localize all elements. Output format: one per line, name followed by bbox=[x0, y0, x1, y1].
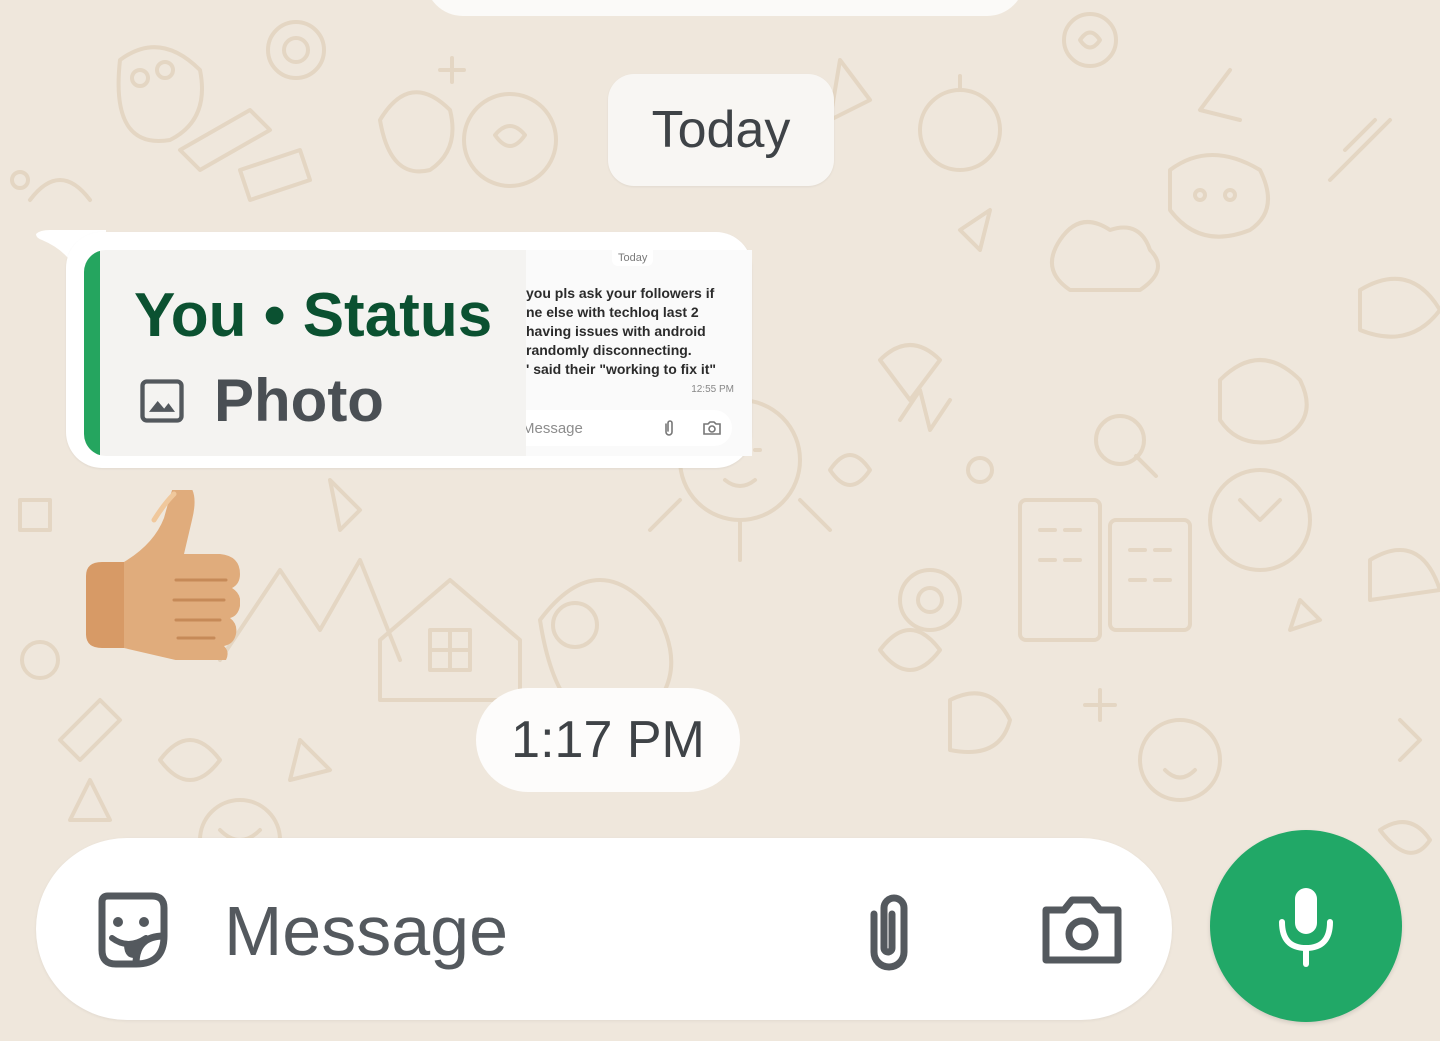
thumbnail-line: you pls ask your followers if bbox=[526, 285, 715, 301]
thumbnail-time: 12:55 PM bbox=[691, 384, 734, 395]
message-composer bbox=[36, 838, 1172, 1020]
thumbnail-camera-icon bbox=[703, 421, 721, 435]
sticker-icon[interactable] bbox=[88, 888, 172, 972]
quote-author: You bbox=[134, 281, 247, 350]
voice-message-button[interactable] bbox=[1210, 830, 1402, 1022]
date-separator: Today bbox=[608, 74, 834, 186]
thumbs-up-emoji bbox=[86, 490, 240, 660]
thumbnail-message: you pls ask your followers if ne else wi… bbox=[526, 284, 752, 379]
quote-title: You • Status bbox=[134, 280, 492, 351]
thumbnail-date: Today bbox=[612, 250, 654, 266]
quote-accent-bar bbox=[84, 250, 100, 456]
status-thumbnail[interactable]: Today you pls ask your followers if ne e… bbox=[526, 250, 752, 456]
image-icon bbox=[140, 378, 184, 423]
thumbnail-input: Message bbox=[526, 410, 732, 446]
thumbnail-paperclip-icon bbox=[665, 420, 673, 436]
previous-message-bubble bbox=[425, 0, 1025, 16]
quote-type: Photo bbox=[136, 366, 384, 435]
thumbnail-line: ne else with techloq last 2 bbox=[526, 304, 699, 320]
message-input[interactable] bbox=[224, 886, 784, 976]
paperclip-icon[interactable] bbox=[856, 890, 922, 976]
quote-source: Status bbox=[302, 281, 493, 350]
quote-separator: • bbox=[263, 281, 286, 350]
thumbnail-line: ' said their "working to fix it" bbox=[526, 361, 717, 377]
microphone-icon bbox=[1279, 888, 1333, 967]
camera-icon[interactable] bbox=[1040, 892, 1124, 966]
thumbnail-line: randomly disconnecting. bbox=[526, 342, 692, 358]
thumbnail-line: having issues with android bbox=[526, 323, 706, 339]
quote-type-label: Photo bbox=[214, 367, 384, 434]
time-separator: 1:17 PM bbox=[476, 688, 740, 792]
thumbnail-placeholder: Message bbox=[526, 420, 583, 437]
